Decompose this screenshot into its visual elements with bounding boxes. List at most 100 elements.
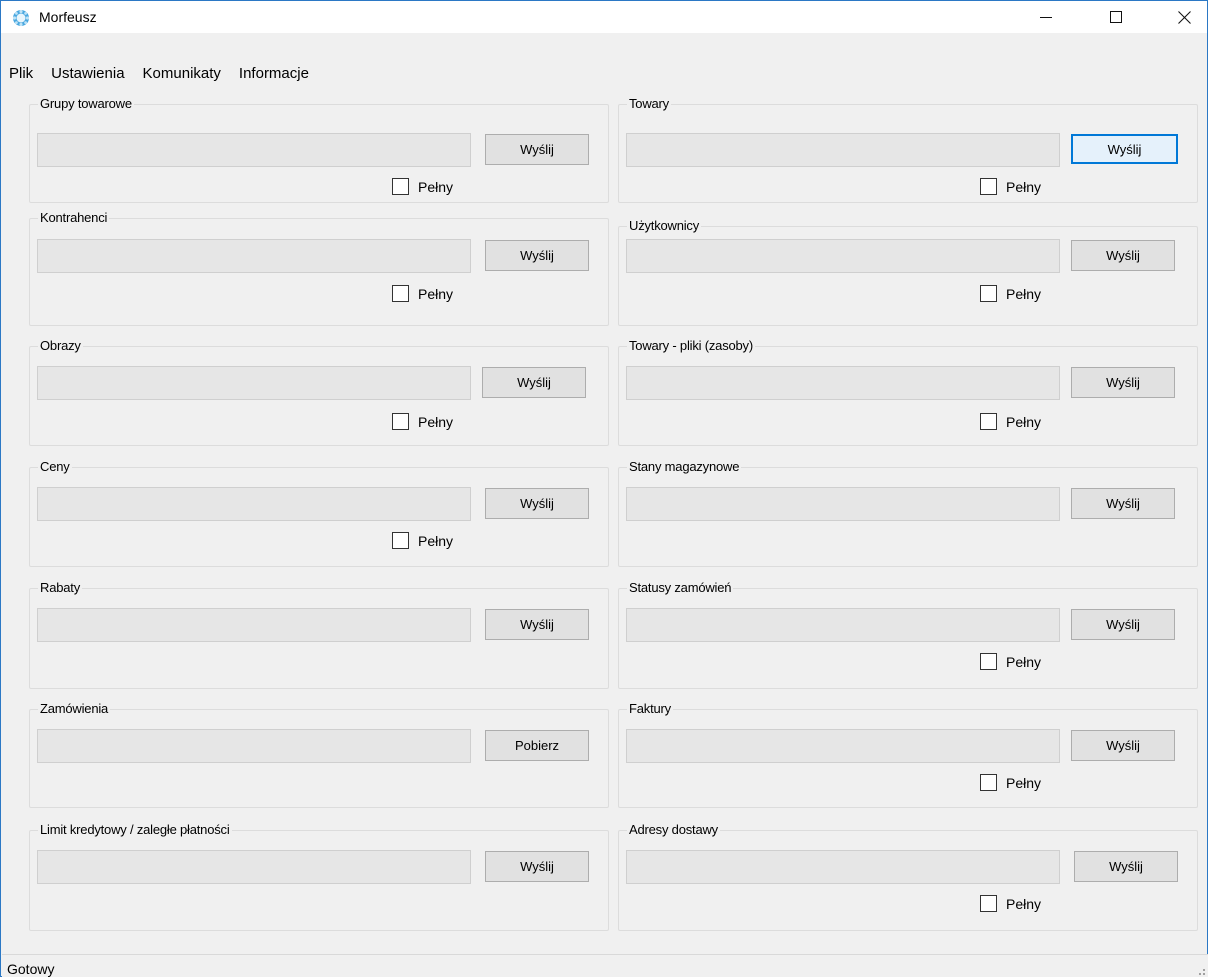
menu-bar: Plik Ustawienia Komunikaty Informacje [1,61,318,87]
group-title: Faktury [627,701,673,717]
group-title: Grupy towarowe [38,96,134,112]
group-grupy-towarowe: Grupy towarowe Wyślij Pełny [29,96,609,203]
full-checkbox[interactable]: Pełny [980,285,1041,302]
checkbox-box[interactable] [392,285,409,302]
group-obrazy: Obrazy Wyślij Pełny [29,338,609,446]
checkbox-box[interactable] [392,178,409,195]
group-rabaty: Rabaty Wyślij [29,580,609,689]
checkbox-box[interactable] [980,653,997,670]
full-checkbox[interactable]: Pełny [980,895,1041,912]
progress-field [37,133,471,167]
status-bar: Gotowy [2,954,1208,977]
minimize-button[interactable] [1023,1,1069,33]
send-button[interactable]: Wyślij [1071,730,1175,761]
maximize-icon [1110,11,1122,23]
group-title: Użytkownicy [627,218,702,234]
checkbox-box[interactable] [980,178,997,195]
group-title: Rabaty [38,580,82,596]
checkbox-label: Pełny [418,532,454,549]
window-title: Morfeusz [39,9,97,25]
send-button[interactable]: Wyślij [1071,367,1175,398]
progress-field [626,239,1060,273]
group-faktury: Faktury Wyślij Pełny [618,701,1198,808]
group-towary: Towary Wyślij Pełny [618,96,1198,203]
full-checkbox[interactable]: Pełny [980,413,1041,430]
checkbox-label: Pełny [1006,413,1042,430]
full-checkbox[interactable]: Pełny [980,774,1041,791]
maximize-button[interactable] [1093,1,1139,33]
group-kontrahenci: Kontrahenci Wyślij Pełny [29,210,609,326]
group-uzytkownicy: Użytkownicy Wyślij Pełny [618,218,1198,326]
group-ceny: Ceny Wyślij Pełny [29,459,609,567]
group-title: Limit kredytowy / zaległe płatności [38,822,232,838]
progress-field [626,850,1060,884]
send-button[interactable]: Wyślij [1071,488,1175,519]
group-title: Stany magazynowe [627,459,742,475]
progress-field [626,608,1060,642]
send-button[interactable]: Wyślij [482,367,586,398]
group-statusy-zamowien: Statusy zamówień Wyślij Pełny [618,580,1198,689]
send-button[interactable]: Wyślij [485,134,589,165]
group-title: Adresy dostawy [627,822,720,838]
full-checkbox[interactable]: Pełny [980,653,1041,670]
group-stany-magazynowe: Stany magazynowe Wyślij [618,459,1198,567]
group-zamowienia: Zamówienia Pobierz [29,701,609,808]
full-checkbox[interactable]: Pełny [392,413,453,430]
checkbox-label: Pełny [418,285,454,302]
send-button[interactable]: Wyślij [485,851,589,882]
status-text: Gotowy [7,961,55,977]
resize-grip-icon[interactable] [1194,964,1206,976]
menu-item-plik[interactable]: Plik [1,61,42,87]
checkbox-box[interactable] [980,895,997,912]
menu-item-ustawienia[interactable]: Ustawienia [42,61,133,87]
checkbox-label: Pełny [1006,895,1042,912]
checkbox-box[interactable] [980,413,997,430]
group-title: Kontrahenci [38,210,110,226]
group-title: Zamówienia [38,701,111,717]
group-limit-kredytowy: Limit kredytowy / zaległe płatności Wyśl… [29,822,609,931]
close-icon [1177,10,1191,24]
download-button[interactable]: Pobierz [485,730,589,761]
checkbox-box[interactable] [392,413,409,430]
send-button[interactable]: Wyślij [1071,240,1175,271]
send-button[interactable]: Wyślij [1071,609,1175,640]
send-button[interactable]: Wyślij [485,240,589,271]
checkbox-label: Pełny [418,178,454,195]
send-button[interactable]: Wyślij [485,609,589,640]
app-logo-icon [12,9,30,27]
progress-field [626,133,1060,167]
menu-item-komunikaty[interactable]: Komunikaty [134,61,230,87]
menu-item-informacje[interactable]: Informacje [230,61,318,87]
send-button[interactable]: Wyślij [1074,851,1178,882]
progress-field [626,487,1060,521]
checkbox-label: Pełny [1006,653,1042,670]
progress-field [626,729,1060,763]
send-button[interactable]: Wyślij [485,488,589,519]
checkbox-box[interactable] [980,285,997,302]
group-title: Ceny [38,459,72,475]
progress-field [37,487,471,521]
checkbox-box[interactable] [392,532,409,549]
progress-field [37,729,471,763]
checkbox-label: Pełny [418,413,454,430]
group-title: Obrazy [38,338,83,354]
main-window: Morfeusz Plik Ustawienia Komunikaty Info… [0,0,1208,977]
group-adresy-dostawy: Adresy dostawy Wyślij Pełny [618,822,1198,931]
full-checkbox[interactable]: Pełny [392,178,453,195]
progress-field [37,366,471,400]
title-bar[interactable]: Morfeusz [1,1,1207,33]
group-title: Towary [627,96,671,112]
minimize-icon [1040,17,1052,18]
full-checkbox[interactable]: Pełny [392,285,453,302]
full-checkbox[interactable]: Pełny [392,532,453,549]
checkbox-box[interactable] [980,774,997,791]
checkbox-label: Pełny [1006,178,1042,195]
send-button[interactable]: Wyślij [1071,134,1178,164]
full-checkbox[interactable]: Pełny [980,178,1041,195]
progress-field [37,608,471,642]
close-button[interactable] [1161,1,1207,33]
group-title: Statusy zamówień [627,580,734,596]
progress-field [37,239,471,273]
progress-field [626,366,1060,400]
group-title: Towary - pliki (zasoby) [627,338,755,354]
